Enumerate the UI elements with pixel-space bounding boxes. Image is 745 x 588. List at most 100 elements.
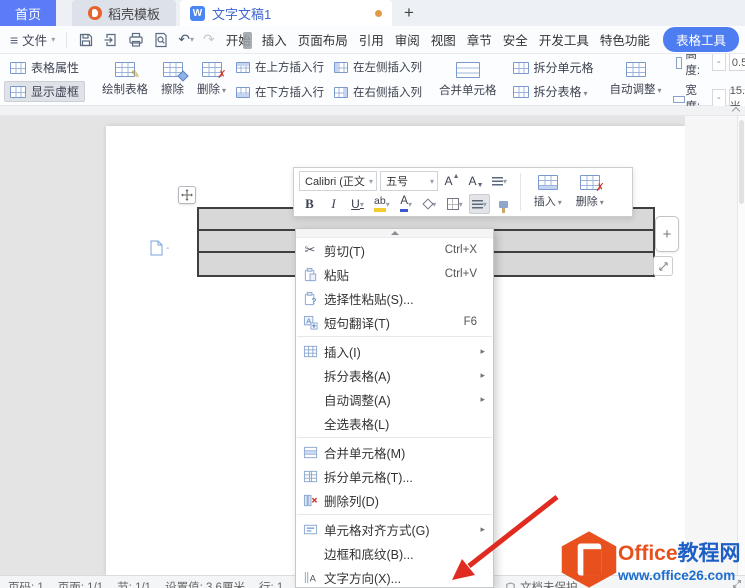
chevron-down-icon: ▾ [189, 35, 194, 44]
context-menu-item[interactable]: 单元格对齐方式(G) ▸ [296, 517, 493, 541]
context-menu-item[interactable]: 边框和底纹(B)... [296, 541, 493, 565]
draw-table-button[interactable]: ✎ 绘制表格 [99, 60, 151, 99]
bold-button[interactable]: B [299, 194, 320, 214]
height-decrease-button[interactable]: - [712, 52, 726, 71]
show-gridlines-button[interactable]: 显示虚框 [4, 81, 86, 102]
ribbon-tab[interactable]: 引用 [359, 30, 384, 49]
chevron-down-icon: ▾ [368, 176, 373, 186]
row-height-icon [672, 56, 683, 69]
tab-document-label: 文字文稿1 [212, 6, 272, 22]
print-button[interactable] [128, 32, 144, 48]
width-decrease-button[interactable]: - [712, 88, 726, 107]
split-table-icon [512, 85, 529, 98]
insert-row-below-icon [236, 86, 251, 98]
underline-button[interactable]: U ▾ [347, 194, 368, 214]
menu-item-label: 粘贴 [324, 268, 350, 283]
ribbon-tab[interactable]: 页面布局 [298, 30, 348, 49]
highlight-color-button[interactable]: ab ▾ [371, 194, 393, 214]
line-spacing-button[interactable]: ▾ [489, 171, 510, 191]
ribbon-tab[interactable]: 审阅 [395, 30, 420, 49]
tab-home[interactable]: 首页 [0, 0, 56, 26]
decrease-font-button[interactable]: A [465, 171, 486, 191]
merge-cells-icon [296, 445, 324, 460]
collapse-ribbon-icon[interactable] [731, 106, 741, 116]
borders-button[interactable]: ▾ [444, 194, 466, 214]
tab-table-tools[interactable]: 表格工具 [662, 27, 739, 52]
split-table-button[interactable]: 拆分表格 ▾ [507, 81, 600, 102]
menu-item-label: 剪切(T) [324, 244, 365, 259]
ribbon-tab[interactable]: 安全 [503, 30, 528, 49]
paste-options-icon[interactable]: ‐ [150, 240, 169, 256]
height-value-field[interactable]: 0.55厘米 [728, 52, 745, 71]
context-menu-item[interactable]: A 文字方向(X)... [296, 565, 493, 587]
scrollbar-thumb[interactable] [739, 120, 744, 204]
insert-rows-cols-group: 在上方插入行 在下方插入行 在左侧插入列 在右侧插入列 [236, 57, 422, 103]
context-menu-item[interactable]: 拆分单元格(T)... [296, 464, 493, 488]
context-menu-item[interactable]: 拆分表格(A) ▸ [296, 363, 493, 387]
table-add-row-button[interactable]: + [655, 216, 679, 252]
context-menu-item[interactable]: ✂ 剪切(T) Ctrl+X [296, 238, 493, 262]
ribbon-tab[interactable]: 视图 [431, 30, 456, 49]
chevron-down-icon: ▾ [503, 176, 508, 186]
ribbon-tab[interactable]: 章节 [467, 30, 492, 49]
status-segment[interactable]: 设置值: 3.6厘米 [165, 579, 245, 588]
font-size-combo[interactable]: 五号 ▾ [380, 171, 438, 191]
quick-access-toolbar: ↶ ▾ ↷ [78, 31, 215, 48]
width-value-field[interactable]: 15.03厘米 [728, 85, 745, 113]
new-tab-button[interactable]: + [392, 0, 426, 26]
ribbon-tab[interactable]: 插入 [262, 30, 287, 49]
print-preview-button[interactable] [153, 32, 169, 48]
insert-row-above-button[interactable]: 在上方插入行 [236, 57, 324, 78]
translate-icon: A [296, 315, 324, 330]
line-spacing-icon [492, 176, 503, 186]
increase-font-button[interactable]: A [441, 171, 462, 191]
context-menu-item[interactable]: 合并单元格(M) [296, 440, 493, 464]
delete-table-button[interactable]: ✗ 删除 ▾ [569, 171, 611, 213]
font-name-value: Calibri (正文 [305, 176, 365, 188]
insert-table-button[interactable]: 插入 ▾ [527, 171, 569, 213]
ribbon-bottom-strip [0, 106, 745, 116]
eraser-button[interactable]: 擦除 [158, 60, 189, 99]
status-segment[interactable]: 页面: 1/1 [58, 579, 103, 588]
font-color-button[interactable]: A ▾ [396, 194, 417, 214]
table-props-group: 表格属性 显示虚框 [4, 57, 86, 102]
context-menu-item[interactable]: 删除列(D) [296, 488, 493, 512]
autofit-button[interactable]: 自动调整 ▾ [607, 60, 665, 99]
eraser-label: 擦除 [161, 84, 185, 96]
status-segment[interactable]: 节: 1/1 [117, 579, 151, 588]
status-segment[interactable]: 行: 1 [259, 579, 283, 588]
shading-button[interactable]: ▾ [420, 194, 441, 214]
context-menu-item[interactable]: 全选表格(L) [296, 411, 493, 435]
tab-document[interactable]: W 文字文稿1 [180, 0, 392, 26]
insert-col-left-button[interactable]: 在左侧插入列 [334, 57, 422, 78]
context-menu-item[interactable]: 插入(I) ▸ [296, 339, 493, 363]
undo-button[interactable]: ↶ ▾ [178, 31, 194, 48]
menu-item-shortcut: F6 [463, 316, 477, 328]
merge-cells-button[interactable]: 合并单元格 [436, 60, 500, 100]
context-menu-item[interactable]: A 短句翻译(T) F6 [296, 310, 493, 334]
context-menu-item[interactable]: ? 选择性粘贴(S)... [296, 286, 493, 310]
save-button[interactable] [78, 32, 94, 48]
split-cells-button[interactable]: 拆分单元格 [507, 57, 600, 78]
table-properties-button[interactable]: 表格属性 [4, 57, 85, 78]
export-button[interactable] [103, 32, 119, 48]
tab-docer[interactable]: 稻壳模板 [72, 0, 176, 26]
status-segment[interactable]: 页码: 1 [8, 579, 44, 588]
format-painter-button[interactable] [493, 194, 514, 214]
vertical-scrollbar[interactable] [737, 116, 745, 575]
ribbon-tab[interactable]: 特色功能 [600, 30, 650, 49]
insert-row-below-button[interactable]: 在下方插入行 [236, 82, 324, 103]
italic-button[interactable]: I [323, 194, 344, 214]
delete-button[interactable]: ✗ 删除 ▾ [194, 60, 229, 99]
table-move-handle[interactable] [178, 186, 196, 204]
context-menu-item[interactable]: 自动调整(A) ▸ [296, 387, 493, 411]
ribbon-tab[interactable]: 开发工具 [539, 30, 589, 49]
menu-scroll-up[interactable] [296, 229, 493, 238]
font-name-combo[interactable]: Calibri (正文 ▾ [299, 171, 377, 191]
align-button[interactable]: ▾ [468, 194, 490, 214]
redo-button-disabled: ↷ [202, 31, 215, 47]
file-menu[interactable]: ≡ 文件 ▾ [10, 30, 55, 49]
context-menu-item[interactable]: 粘贴 Ctrl+V [296, 262, 493, 286]
insert-col-right-button[interactable]: 在右侧插入列 [334, 82, 422, 103]
table-resize-handle[interactable] [653, 256, 673, 276]
